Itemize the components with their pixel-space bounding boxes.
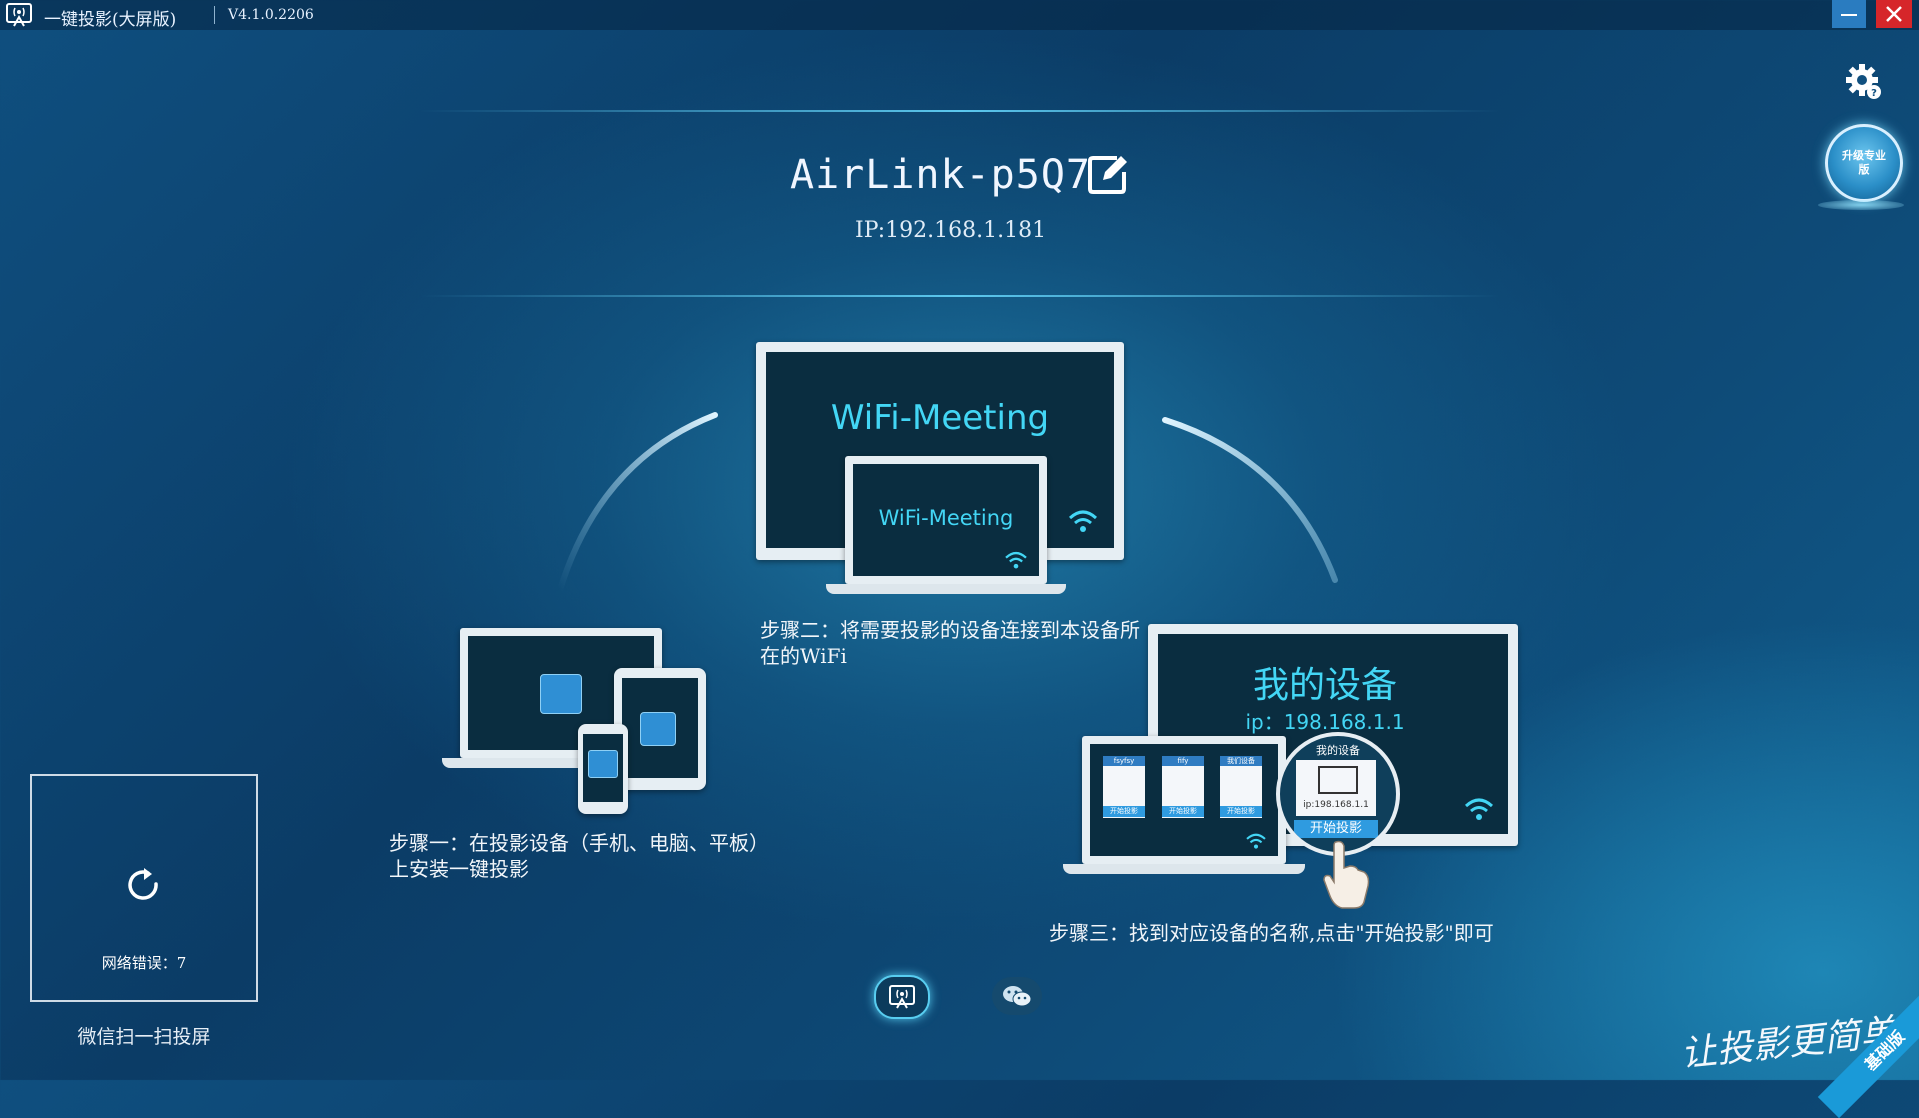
version-label: V4.1.0.2206 bbox=[228, 7, 314, 23]
minimize-icon bbox=[1841, 14, 1857, 16]
app-icon bbox=[640, 712, 676, 746]
mini-card-button: 开始投影 bbox=[1220, 806, 1262, 817]
my-device-title: 我的设备 bbox=[1252, 665, 1397, 706]
upgrade-glow bbox=[1818, 200, 1904, 210]
header-top-line bbox=[420, 110, 1500, 112]
app-logo-icon bbox=[6, 3, 32, 27]
wifi-laptop-label: WiFi-Meeting bbox=[878, 506, 1014, 530]
wifi-icon bbox=[1464, 798, 1494, 820]
edit-name-icon[interactable] bbox=[1087, 154, 1129, 196]
mini-card-name: fsyfsy bbox=[1103, 756, 1145, 766]
zoom-card-button: 开始投影 bbox=[1294, 820, 1378, 838]
header-bottom-line bbox=[420, 295, 1500, 297]
step2-text: 步骤二：将需要投影的设备连接到本设备所在的WiFi bbox=[760, 618, 1140, 668]
mini-card-name: fify bbox=[1162, 756, 1204, 766]
my-device-ip: ip：198.168.1.1 bbox=[1245, 710, 1405, 734]
app-icon bbox=[588, 750, 618, 778]
close-icon bbox=[1886, 6, 1902, 22]
right-laptop-base bbox=[1063, 864, 1305, 874]
wifi-icon bbox=[1068, 510, 1098, 532]
app-icon bbox=[540, 674, 582, 714]
zoom-card-ip: ip:198.168.1.1 bbox=[1303, 800, 1369, 810]
svg-text:?: ? bbox=[1871, 88, 1877, 99]
close-button[interactable] bbox=[1876, 0, 1912, 28]
laptop-base bbox=[826, 584, 1066, 594]
wifi-icon bbox=[1246, 833, 1266, 849]
device-name: AirLink-p5Q7 bbox=[790, 152, 1091, 198]
refresh-icon[interactable] bbox=[124, 866, 164, 906]
zoom-card-title: 我的设备 bbox=[1316, 744, 1360, 757]
pointing-hand-icon bbox=[1323, 840, 1370, 909]
zoom-magnifier: 我的设备 ip:198.168.1.1 开始投影 bbox=[1276, 732, 1400, 856]
mini-card-button: 开始投影 bbox=[1103, 806, 1145, 817]
step3-text: 步骤三：找到对应设备的名称,点击"开始投影"即可 bbox=[1049, 921, 1494, 945]
minimize-button[interactable] bbox=[1832, 0, 1866, 28]
mini-card-button: 开始投影 bbox=[1162, 806, 1204, 817]
settings-gear-icon[interactable]: ? bbox=[1846, 64, 1882, 100]
upgrade-label: 升级专业版 bbox=[1842, 149, 1886, 176]
step1-text: 步骤一：在投影设备（手机、电脑、平板）上安装一键投影 bbox=[389, 831, 769, 881]
device-ip: IP:192.168.1.181 bbox=[855, 218, 1047, 243]
upgrade-pro-button[interactable]: 升级专业版 bbox=[1825, 124, 1903, 202]
wifi-icon bbox=[1005, 551, 1027, 569]
network-error-text: 网络错误：7 bbox=[101, 954, 187, 972]
title-separator bbox=[214, 6, 215, 24]
qr-scan-label: 微信扫一扫投屏 bbox=[77, 1026, 211, 1048]
cast-icon bbox=[889, 985, 915, 1009]
wechat-icon bbox=[1003, 986, 1032, 1007]
mini-card-name: 我们设备 bbox=[1220, 756, 1262, 766]
wifi-tv-label: WiFi-Meeting bbox=[830, 398, 1050, 438]
cast-mode-tab[interactable] bbox=[874, 975, 930, 1019]
window-title: 一键投影(大屏版) bbox=[44, 10, 177, 30]
zoom-device-card: ip:198.168.1.1 bbox=[1296, 760, 1376, 816]
wechat-tab[interactable] bbox=[992, 977, 1042, 1015]
monitor-icon bbox=[1318, 766, 1358, 794]
